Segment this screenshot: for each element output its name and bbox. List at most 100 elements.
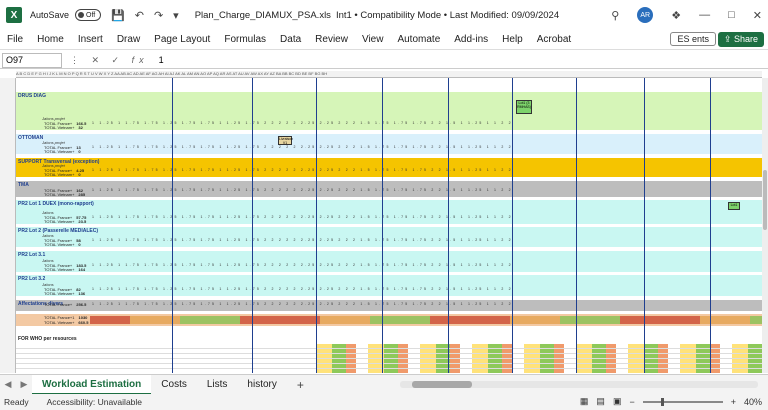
menu-view[interactable]: View	[355, 34, 391, 45]
menu-draw[interactable]: Draw	[110, 34, 147, 45]
vertical-scrollbar[interactable]	[762, 78, 768, 373]
horizontal-scrollbar[interactable]	[400, 381, 758, 388]
total-vietnam-row[interactable]: TOTAL Vietnam+ 285	[44, 192, 85, 197]
zoom-in-icon[interactable]: +	[731, 397, 736, 407]
page-break-view-icon[interactable]: ▣	[613, 396, 622, 407]
page-layout-view-icon[interactable]: ▤	[596, 396, 605, 407]
formula-input[interactable]: 1	[159, 55, 164, 65]
tab-history[interactable]: history	[237, 375, 286, 395]
project-band: OTTOMAN Jalons projet TOTAL France+ 13 TOTAL…	[16, 134, 762, 154]
menu-file[interactable]: File	[0, 34, 30, 45]
comments-button[interactable]: ES ents	[670, 32, 716, 46]
zoom-out-icon[interactable]: −	[629, 397, 634, 407]
menu-formulas[interactable]: Formulas	[217, 34, 273, 45]
close-icon[interactable]: ✕	[753, 9, 762, 22]
autosave-toggle[interactable]: Off	[75, 9, 102, 21]
tab-lists[interactable]: Lists	[197, 375, 238, 395]
project-label[interactable]: OTTOMAN	[18, 135, 43, 141]
customize-toolbar-icon[interactable]: ▾	[173, 9, 179, 22]
total-vietnam-row[interactable]: TOTAL Vietnam+ 136	[44, 291, 85, 296]
restore-icon[interactable]: □	[728, 9, 735, 21]
menu-page-layout[interactable]: Page Layout	[147, 34, 217, 45]
redo-icon[interactable]: ↷	[154, 9, 163, 22]
add-sheet-icon[interactable]: +	[287, 378, 314, 392]
menu-data[interactable]: Data	[273, 34, 308, 45]
minimize-icon[interactable]: —	[699, 9, 710, 21]
tab-workload-estimation[interactable]: Workload Estimation	[32, 374, 152, 395]
sheet-cells[interactable]: DRUS DIAG Jalons projet TOTAL France+ 166.5…	[16, 78, 762, 373]
workload-cells[interactable]: 1 1.25 1 1.75 1.75 1.25 1.75 1.75 1 1.25…	[92, 302, 762, 306]
tab-costs[interactable]: Costs	[151, 375, 197, 395]
workload-cells[interactable]: 1 1.25 1 1.75 1.75 1.25 1.75 1.75 1 1.25…	[92, 238, 762, 242]
note-cell[interactable]: Livraison V1	[278, 136, 293, 145]
workload-cells[interactable]: 1 1.25 1 1.75 1.75 1.25 1.75 1.75 1 1.25…	[92, 287, 762, 291]
project-label[interactable]: TMA	[18, 182, 29, 188]
note-cell[interactable]: Lot1	[728, 202, 740, 210]
total-vietnam-value: 0	[78, 149, 81, 154]
grand-total-value: 660.5	[78, 320, 89, 325]
total-vietnam-row[interactable]: TOTAL Vietnam+ 32	[44, 125, 83, 130]
tab-prev-icon[interactable]: ◀	[0, 379, 16, 390]
workload-cells[interactable]: 1 1.25 1 1.75 1.75 1.25 1.75 1.75 1 1.25…	[92, 188, 762, 192]
total-vietnam-row[interactable]: TOTAL Vietnam+ 0	[44, 242, 81, 247]
total-vietnam-row[interactable]: TOTAL Vietnam+ 0	[44, 172, 81, 177]
total-vietnam-value: 23.5	[78, 219, 87, 224]
menu-home[interactable]: Home	[30, 34, 71, 45]
undo-icon[interactable]: ↶	[135, 9, 144, 22]
document-meta: Int1 • Compatibility Mode • Last Modifie…	[335, 9, 560, 21]
total-vietnam-label: TOTAL Vietnam+	[44, 125, 75, 130]
grand-total-cells[interactable]	[90, 316, 762, 324]
copilot-icon[interactable]: ❖	[671, 9, 681, 22]
zoom-level[interactable]: 40%	[744, 397, 762, 407]
total-vietnam-row[interactable]: TOTAL Vietnam+ 23.5	[44, 219, 86, 224]
workload-cells[interactable]: 1 1.25 1 1.75 1.75 1.25 1.75 1.75 1 1.25…	[92, 215, 762, 219]
project-label[interactable]: PR2 Lot 1 DUEX (mono-rapport)	[18, 201, 94, 207]
row-headers[interactable]	[0, 78, 16, 373]
project-band: DRUS DIAG Jalons projet TOTAL France+ 166.5…	[16, 92, 762, 130]
resource-row[interactable]	[16, 369, 762, 373]
note-cell[interactable]: Lot1 (3 RMHAS)	[516, 100, 532, 114]
normal-view-icon[interactable]: ▦	[580, 396, 589, 407]
horizontal-scroll-thumb[interactable]	[412, 381, 472, 388]
project-label[interactable]: DRUS DIAG	[18, 93, 46, 99]
search-icon[interactable]: ⚲	[611, 9, 619, 22]
grand-total-row[interactable]: TOTAL Vietnam+ 660.5	[44, 320, 88, 325]
status-ready: Ready	[4, 397, 29, 407]
project-band: SUPPORT Transversal (exception) Jalons pr…	[16, 158, 762, 177]
comments-label: ents	[691, 34, 709, 44]
menu-add-ins[interactable]: Add-ins	[447, 34, 495, 45]
menu-help[interactable]: Help	[495, 34, 530, 45]
language-chip[interactable]: ES	[677, 34, 689, 44]
menu-review[interactable]: Review	[308, 34, 355, 45]
vertical-scroll-thumb[interactable]	[763, 170, 767, 230]
column-headers[interactable]: A B C D E F G H I J K L M N O P Q R S T …	[16, 71, 762, 78]
workload-cells[interactable]: 1 1.25 1 1.75 1.75 1.25 1.75 1.75 1 1.25…	[92, 263, 762, 267]
total-vietnam-value: 0	[78, 172, 81, 177]
project-label[interactable]: PR2 Lot 2 (Passerelle MEDIALEC)	[18, 228, 98, 234]
save-icon[interactable]: 💾	[111, 9, 125, 22]
project-band: PR2 Lot 1 DUEX (mono-rapport) Jalons TOTAL…	[16, 200, 762, 224]
workload-cells[interactable]: 1 1.25 1 1.75 1.75 1.25 1.75 1.75 1 1.25…	[92, 121, 762, 125]
tab-next-icon[interactable]: ▶	[16, 379, 32, 390]
total-vietnam-row[interactable]: TOTAL Vietnam+ 164	[44, 267, 85, 272]
grand-total-band: TOTAL France+1 1030 TOTAL Vietnam+ 660.5	[16, 314, 762, 326]
week-separator	[448, 78, 449, 373]
accessibility-status[interactable]: Accessibility: Unavailable	[47, 397, 142, 407]
total-vietnam-row[interactable]: TOTAL Vietnam+ 0	[44, 149, 81, 154]
menu-acrobat[interactable]: Acrobat	[530, 34, 578, 45]
menu-automate[interactable]: Automate	[390, 34, 447, 45]
menu-insert[interactable]: Insert	[71, 34, 110, 45]
workload-cells[interactable]: 1 1.25 1 1.75 1.75 1.25 1.75 1.75 1 1.25…	[92, 168, 762, 172]
resources-section-label[interactable]: FOR WHO per resources	[18, 336, 77, 342]
spreadsheet-grid[interactable]: A B C D E F G H I J K L M N O P Q R S T …	[0, 71, 768, 373]
share-button[interactable]: ⇪ Share	[717, 32, 764, 47]
status-bar: Ready Accessibility: Unavailable ▦ ▤ ▣ −…	[0, 394, 768, 410]
avatar[interactable]: AR	[637, 7, 654, 23]
zoom-slider-knob[interactable]	[660, 397, 664, 406]
zoom-slider[interactable]	[642, 397, 723, 406]
name-box[interactable]: O97	[2, 52, 62, 68]
formula-controls-icon[interactable]: ⋮ ✕ ✓ fx	[70, 55, 149, 66]
week-separator	[172, 78, 173, 373]
workload-cells[interactable]: 1 1.25 1 1.75 1.75 1.25 1.75 1.75 1 1.25…	[92, 145, 762, 149]
total-france-row[interactable]: TOTAL France+ 256.5	[44, 302, 86, 307]
